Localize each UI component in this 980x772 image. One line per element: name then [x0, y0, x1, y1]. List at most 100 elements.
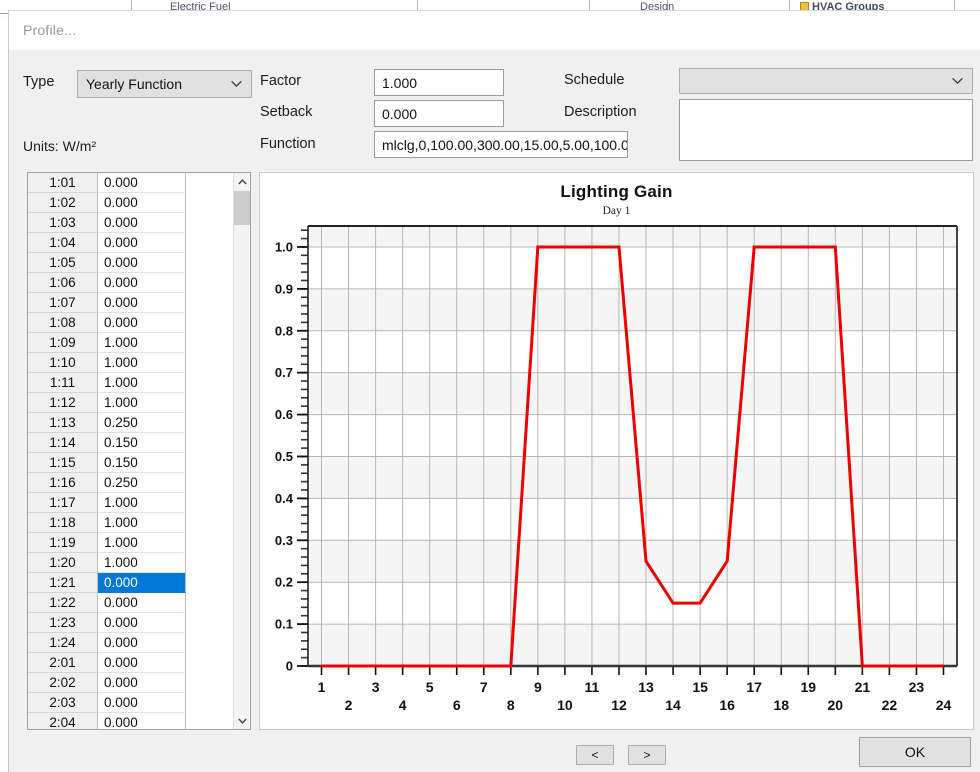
plot-band: [308, 226, 957, 247]
list-item-time: 1:11: [28, 373, 98, 393]
x-axis-tick-label: 19: [800, 679, 816, 695]
list-item-spacer: [186, 693, 233, 713]
list-item-time: 1:10: [28, 353, 98, 373]
scroll-down-button[interactable]: [234, 712, 250, 729]
list-item[interactable]: 1:18 1.000: [28, 513, 233, 533]
type-dropdown[interactable]: Yearly Function: [77, 70, 252, 98]
list-item-time: 1:08: [28, 313, 98, 333]
list-item-value: 0.000: [98, 213, 186, 233]
x-axis-tick-label: 8: [507, 697, 515, 713]
list-item[interactable]: 1:10 1.000: [28, 353, 233, 373]
list-item-time: 1:03: [28, 213, 98, 233]
dialog-left-edge: [1, 21, 9, 721]
list-item-spacer: [186, 433, 233, 453]
list-item-spacer: [186, 373, 233, 393]
list-item-time: 1:24: [28, 633, 98, 653]
list-item-spacer: [186, 633, 233, 653]
list-item-spacer: [186, 713, 233, 729]
previous-day-button[interactable]: <: [576, 745, 614, 765]
plot-band: [308, 540, 957, 583]
list-item-spacer: [186, 553, 233, 573]
description-input[interactable]: [679, 99, 973, 161]
y-axis-tick-label: 0.5: [275, 449, 293, 464]
scrollbar-thumb[interactable]: [234, 191, 250, 225]
list-item-spacer: [186, 533, 233, 553]
list-item[interactable]: 1:16 0.250: [28, 473, 233, 493]
list-item-value: 0.000: [98, 613, 186, 633]
list-item-value: 1.000: [98, 333, 186, 353]
description-label: Description: [564, 104, 637, 120]
list-item-spacer: [186, 273, 233, 293]
list-item-spacer: [186, 293, 233, 313]
list-item-value: 0.000: [98, 313, 186, 333]
list-item-value: 1.000: [98, 373, 186, 393]
list-item[interactable]: 1:22 0.000: [28, 593, 233, 613]
list-item[interactable]: 1:21 0.000: [28, 573, 233, 593]
list-item[interactable]: 1:08 0.000: [28, 313, 233, 333]
list-item[interactable]: 1:12 1.000: [28, 393, 233, 413]
list-item[interactable]: 1:13 0.250: [28, 413, 233, 433]
list-item[interactable]: 1:19 1.000: [28, 533, 233, 553]
scroll-up-button[interactable]: [234, 173, 250, 190]
list-item[interactable]: 1:14 0.150: [28, 433, 233, 453]
list-item[interactable]: 2:03 0.000: [28, 693, 233, 713]
list-item[interactable]: 1:09 1.000: [28, 333, 233, 353]
list-item-value: 0.000: [98, 713, 186, 729]
next-day-label: >: [643, 748, 651, 762]
next-day-button[interactable]: >: [628, 745, 666, 765]
chevron-down-icon: [231, 80, 242, 88]
ok-label: OK: [904, 744, 926, 760]
list-item-value: 0.000: [98, 293, 186, 313]
x-axis-tick-label: 21: [855, 679, 871, 695]
x-axis-tick-label: 17: [746, 679, 762, 695]
function-input[interactable]: mlclg,0,100.00,300.00,15.00,5.00,100.00: [374, 131, 628, 158]
y-axis-tick-label: 0.6: [275, 407, 293, 422]
description-value: [680, 100, 972, 108]
list-item[interactable]: 2:04 0.000: [28, 713, 233, 729]
profile-value-list[interactable]: 1:01 0.000 1:02 0.000 1:03 0.000 1:04 0.000 1:05…: [27, 172, 251, 730]
list-item-spacer: [186, 233, 233, 253]
factor-input[interactable]: 1.000: [374, 69, 504, 96]
list-scrollbar[interactable]: [233, 173, 250, 729]
list-item[interactable]: 2:01 0.000: [28, 653, 233, 673]
x-axis-tick-label: 10: [557, 697, 573, 713]
ok-button[interactable]: OK: [859, 737, 971, 767]
x-axis-tick-label: 1: [318, 679, 326, 695]
list-item[interactable]: 1:07 0.000: [28, 293, 233, 313]
list-item[interactable]: 1:23 0.000: [28, 613, 233, 633]
x-axis-tick-label: 14: [665, 697, 681, 713]
list-item[interactable]: 1:17 1.000: [28, 493, 233, 513]
list-item[interactable]: 1:20 1.000: [28, 553, 233, 573]
x-axis-tick-label: 2: [345, 697, 353, 713]
x-axis-tick-label: 24: [936, 697, 952, 713]
list-item[interactable]: 1:01 0.000: [28, 173, 233, 193]
list-item-value: 1.000: [98, 513, 186, 533]
list-item[interactable]: 1:04 0.000: [28, 233, 233, 253]
list-item[interactable]: 1:11 1.000: [28, 373, 233, 393]
list-item-spacer: [186, 513, 233, 533]
list-item-time: 1:06: [28, 273, 98, 293]
x-axis-tick-label: 6: [453, 697, 461, 713]
list-item[interactable]: 1:03 0.000: [28, 213, 233, 233]
list-item-time: 2:04: [28, 713, 98, 729]
list-item[interactable]: 1:06 0.000: [28, 273, 233, 293]
list-item-value: 0.250: [98, 473, 186, 493]
list-item-spacer: [186, 173, 233, 193]
list-item[interactable]: 1:02 0.000: [28, 193, 233, 213]
setback-input[interactable]: 0.000: [374, 100, 504, 127]
list-item-value: 0.000: [98, 693, 186, 713]
list-item[interactable]: 1:15 0.150: [28, 453, 233, 473]
x-axis-tick-label: 11: [585, 679, 600, 695]
scroll-up-icon: [238, 178, 247, 185]
list-item-time: 1:12: [28, 393, 98, 413]
list-item-time: 1:19: [28, 533, 98, 553]
previous-day-label: <: [591, 748, 599, 762]
schedule-dropdown[interactable]: [679, 68, 973, 94]
function-label: Function: [260, 136, 316, 152]
list-item[interactable]: 1:05 0.000: [28, 253, 233, 273]
list-item[interactable]: 1:24 0.000: [28, 633, 233, 653]
list-item-value: 0.000: [98, 193, 186, 213]
schedule-label: Schedule: [564, 72, 625, 88]
x-axis-tick-label: 12: [611, 697, 627, 713]
list-item[interactable]: 2:02 0.000: [28, 673, 233, 693]
